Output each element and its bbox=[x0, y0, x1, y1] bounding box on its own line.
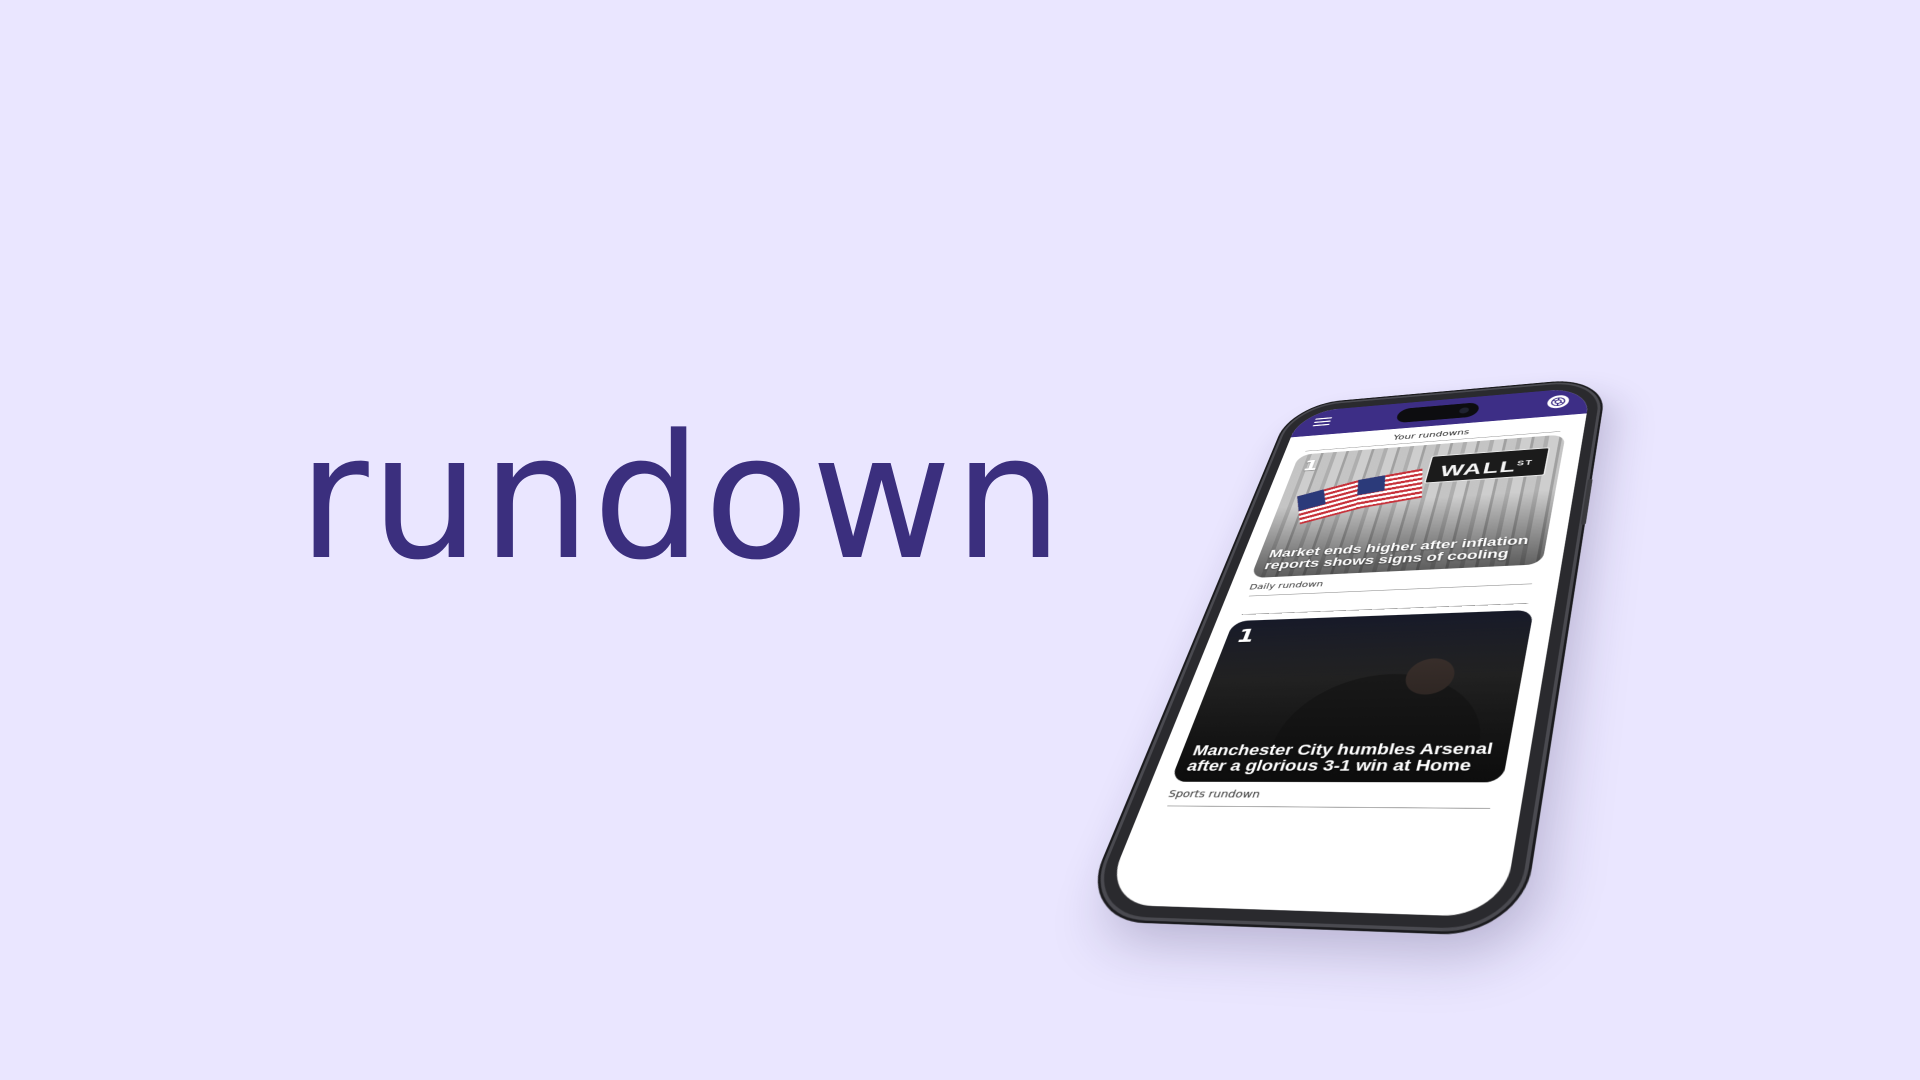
news-card-market[interactable]: WALLST 1 Market ends higher after inflat… bbox=[1250, 434, 1566, 579]
phone-screen: Your rundowns WALLST 1 Market ends highe… bbox=[1101, 386, 1592, 918]
dynamic-island bbox=[1394, 402, 1481, 424]
news-card-sports[interactable]: 1 Manchester City humbles Arsenal after … bbox=[1170, 609, 1534, 783]
card-category-label: Sports rundown bbox=[1166, 788, 1262, 801]
front-camera-icon bbox=[1458, 407, 1470, 414]
sign-suffix: ST bbox=[1516, 458, 1535, 468]
phone-side-button bbox=[1580, 478, 1593, 525]
card-category-label: Daily rundown bbox=[1247, 579, 1325, 592]
sign-text: WALL bbox=[1438, 457, 1519, 481]
phone-mockup: Your rundowns WALLST 1 Market ends highe… bbox=[1085, 160, 1610, 1060]
hamburger-menu-icon[interactable] bbox=[1312, 417, 1333, 427]
divider bbox=[1167, 805, 1491, 809]
card-headline: Manchester City humbles Arsenal after a … bbox=[1184, 739, 1495, 775]
brand-wordmark: rundown bbox=[298, 397, 1065, 598]
phone-frame: Your rundowns WALLST 1 Market ends highe… bbox=[1085, 380, 1603, 931]
stage: rundown Your rundowns WALLST 1 Market en… bbox=[0, 0, 1920, 1080]
openai-logo-icon[interactable] bbox=[1546, 394, 1571, 410]
